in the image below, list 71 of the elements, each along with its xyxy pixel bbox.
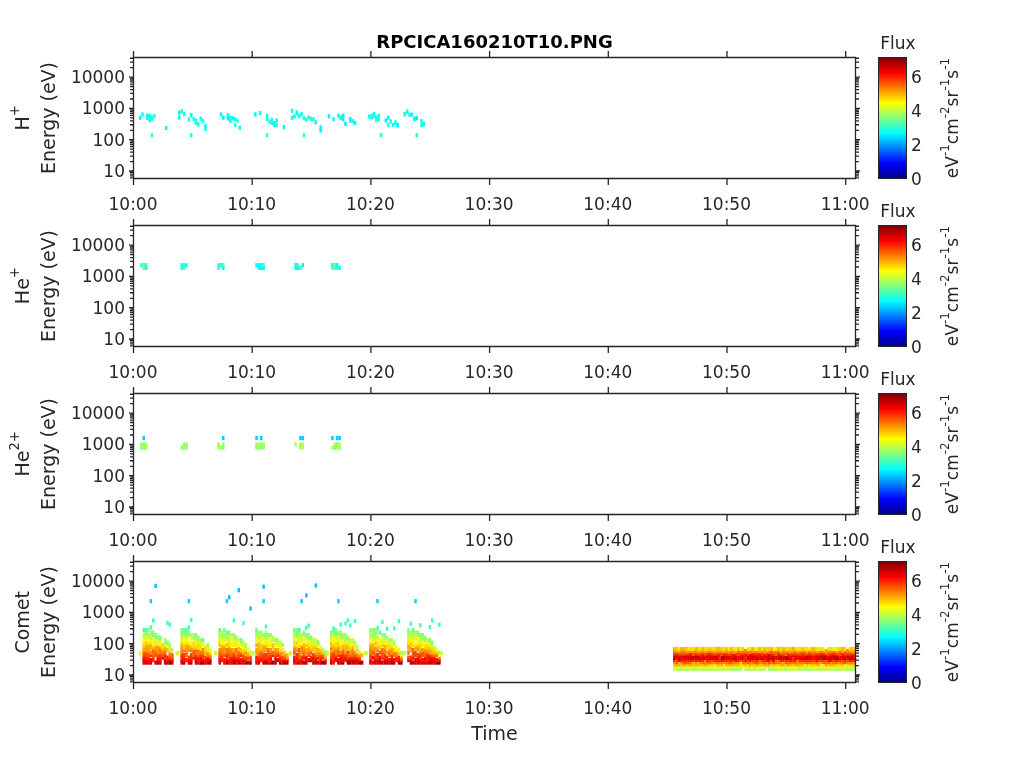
colorbar-title: Flux	[880, 537, 916, 557]
x-tick-label: 10:00	[108, 530, 158, 550]
y-axis-label: Energy (eV)	[36, 229, 60, 343]
y-tick-label: 10	[103, 329, 125, 349]
colorbar-tick-label: 4	[911, 101, 922, 121]
colorbar-tick-label: 0	[911, 505, 922, 525]
colorbar-tick-label: 2	[911, 471, 922, 491]
x-tick-label: 10:00	[108, 362, 158, 382]
y-tick-label: 100	[92, 129, 125, 150]
x-tick-label: 10:20	[345, 194, 395, 214]
colorbar-title: Flux	[880, 33, 916, 53]
figure-title: RPCICA160210T10.PNG	[376, 31, 613, 52]
y-tick-label: 100	[92, 465, 125, 486]
y-tick-label: 1000	[81, 602, 125, 623]
colorbar-tick-label: 0	[911, 337, 922, 357]
colorbar-tick-label: 2	[911, 639, 922, 659]
colorbar-title: Flux	[880, 369, 916, 389]
x-tick-label: 11:00	[820, 362, 870, 382]
x-tick-label: 10:50	[702, 194, 751, 214]
x-tick-label: 10:40	[583, 698, 633, 718]
x-tick-label: 10:10	[227, 362, 277, 382]
colorbar-tick-label: 4	[911, 269, 922, 289]
colorbar-tick-label: 6	[911, 235, 922, 255]
y-axis-label: Energy (eV)	[36, 565, 60, 679]
x-tick-label: 11:00	[820, 194, 870, 214]
species-label: Comet	[10, 590, 34, 654]
y-tick-label: 1000	[81, 266, 125, 287]
x-tick-label: 10:40	[583, 362, 633, 382]
y-tick-label: 100	[92, 297, 125, 318]
colorbar-tick-label: 6	[911, 67, 922, 87]
y-axis-label: Energy (eV)	[36, 397, 60, 511]
colorbar-tick-label: 0	[911, 169, 922, 189]
x-tick-label: 10:50	[702, 362, 751, 382]
x-tick-label: 11:00	[820, 698, 870, 718]
colorbar-tick-label: 4	[911, 437, 922, 457]
y-tick-label: 10000	[70, 235, 125, 256]
colorbar-tick-label: 6	[911, 403, 922, 423]
x-tick-label: 10:10	[227, 530, 277, 550]
y-tick-label: 10000	[70, 571, 125, 592]
x-tick-label: 10:20	[345, 362, 395, 382]
y-tick-label: 10	[103, 161, 125, 181]
x-tick-label: 10:50	[702, 530, 751, 550]
x-tick-label: 10:30	[464, 530, 514, 550]
x-tick-label: 10:20	[345, 530, 395, 550]
colorbar-tick-label: 6	[911, 571, 922, 591]
x-tick-label: 10:10	[227, 698, 277, 718]
x-tick-label: 10:10	[227, 194, 277, 214]
y-tick-label: 10000	[70, 67, 125, 88]
x-axis-label: Time	[471, 722, 518, 744]
y-tick-label: 1000	[81, 98, 125, 119]
x-tick-label: 10:40	[583, 194, 633, 214]
x-tick-label: 10:30	[464, 194, 514, 214]
colorbar-title: Flux	[880, 201, 916, 221]
y-tick-label: 1000	[81, 434, 125, 455]
y-tick-label: 10	[103, 665, 125, 685]
x-tick-label: 10:00	[108, 194, 158, 214]
x-tick-label: 11:00	[820, 530, 870, 550]
x-tick-label: 10:40	[583, 530, 633, 550]
colorbar-tick-label: 4	[911, 605, 922, 625]
x-tick-label: 10:20	[345, 698, 395, 718]
colorbar-tick-label: 0	[911, 673, 922, 693]
y-axis-label: Energy (eV)	[36, 61, 60, 175]
x-tick-label: 10:30	[464, 698, 514, 718]
y-tick-label: 10	[103, 497, 125, 517]
colorbar-tick-label: 2	[911, 135, 922, 155]
x-tick-label: 10:30	[464, 362, 514, 382]
colorbar-tick-label: 2	[911, 303, 922, 323]
y-tick-label: 100	[92, 633, 125, 654]
x-tick-label: 10:50	[702, 698, 751, 718]
x-tick-label: 10:00	[108, 698, 158, 718]
y-tick-label: 10000	[70, 403, 125, 424]
